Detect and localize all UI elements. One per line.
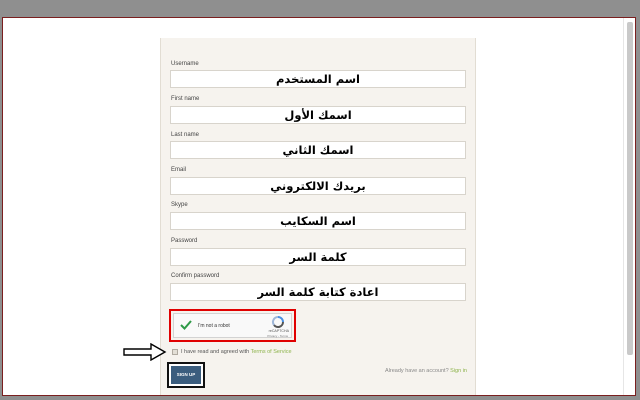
recaptcha-widget[interactable]: I'm not a robot reCAPTCHA Privacy - Term… [173, 313, 292, 338]
skype-label: Skype [171, 202, 188, 208]
top-bar [0, 0, 640, 17]
last-name-field[interactable]: اسمك الثاني [170, 141, 466, 159]
last-name-label: Last name [171, 132, 200, 138]
pointer-arrow-icon [123, 343, 167, 361]
first-name-field[interactable]: اسمك الأول [170, 106, 466, 124]
terms-text: I have read and agreed with [181, 349, 250, 355]
recaptcha-brand: reCAPTCHA [268, 329, 289, 333]
username-label: Username [171, 61, 199, 67]
scrollbar[interactable] [623, 18, 635, 395]
already-account-text: Already have an account? [385, 368, 449, 374]
scrollbar-thumb[interactable] [627, 22, 633, 355]
confirm-password-label: Confirm password [171, 273, 220, 279]
browser-viewport: Username اسم المستخدم First name اسمك ال… [2, 17, 636, 396]
email-field[interactable]: بريدك الالكتروني [170, 177, 466, 195]
signin-link[interactable]: Sign in [450, 368, 467, 374]
recaptcha-logo-icon [272, 316, 284, 328]
first-name-label: First name [171, 96, 200, 102]
captcha-highlight: I'm not a robot reCAPTCHA Privacy - Term… [169, 309, 296, 342]
captcha-label: I'm not a robot [198, 323, 230, 329]
terms-of-service-link[interactable]: Terms of Service [251, 349, 292, 355]
password-label: Password [171, 238, 198, 244]
terms-checkbox[interactable] [172, 349, 178, 355]
email-label: Email [171, 167, 187, 173]
skype-field[interactable]: اسم السكايب [170, 212, 466, 230]
username-field[interactable]: اسم المستخدم [170, 70, 466, 88]
confirm-password-field[interactable]: اعادة كتابة كلمة السر [170, 283, 466, 301]
signup-highlight: SIGN UP [167, 362, 205, 388]
password-field[interactable]: كلمة السر [170, 248, 466, 266]
signin-prompt: Already have an account? Sign in [385, 368, 467, 374]
terms-label: I have read and agreed with Terms of Ser… [181, 349, 292, 355]
checkmark-icon[interactable] [179, 318, 193, 332]
signup-form: Username اسم المستخدم First name اسمك ال… [160, 38, 476, 395]
recaptcha-terms[interactable]: Privacy - Terms [267, 334, 288, 338]
signup-button[interactable]: SIGN UP [171, 366, 201, 384]
